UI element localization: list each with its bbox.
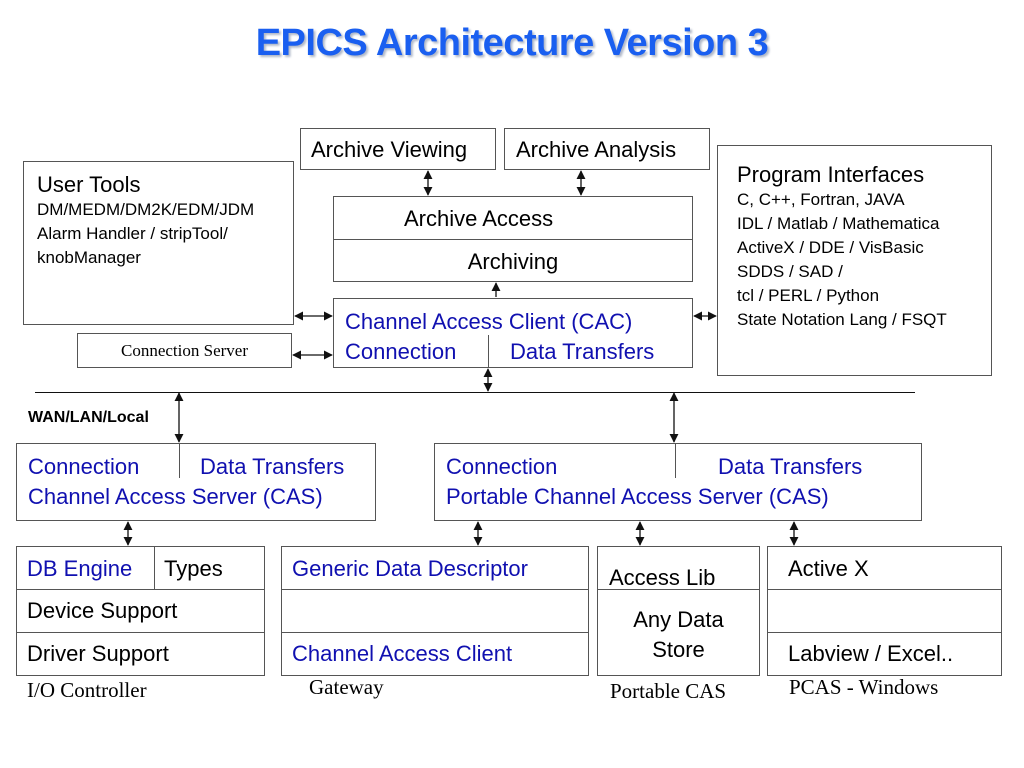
connector-arrows: [123, 170, 799, 546]
